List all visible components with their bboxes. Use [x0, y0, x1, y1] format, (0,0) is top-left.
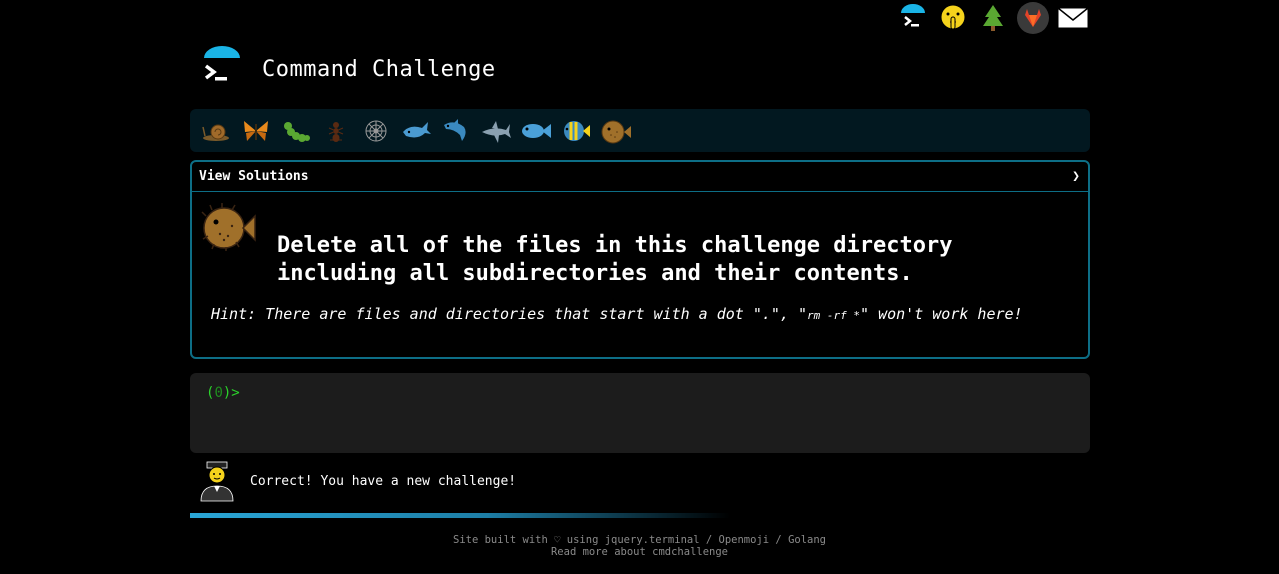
hint-prefix: Hint: There are files and directories th… — [211, 305, 808, 323]
top-nav — [897, 0, 1089, 36]
footer-line-1: Site built with ♡ using jquery.terminal … — [453, 534, 826, 546]
caterpillar-icon[interactable] — [276, 111, 316, 151]
page-title: Command Challenge — [262, 56, 496, 82]
ant-icon[interactable] — [316, 111, 356, 151]
terminal[interactable]: (0)> — [190, 373, 1090, 453]
challenge-panel: View Solutions ❯ Delete all of the files… — [190, 160, 1090, 359]
challenge-hint: Hint: There are files and directories th… — [211, 305, 1023, 323]
judge-avatar-icon — [200, 461, 234, 502]
openmoji-link[interactable]: Openmoji — [719, 534, 770, 546]
challenge-description: Delete all of the files in this challeng… — [277, 232, 1077, 288]
command-challenge-logo-icon[interactable] — [196, 46, 248, 92]
gitlab-icon[interactable] — [1017, 2, 1049, 34]
hint-suffix: " won't work here! — [860, 305, 1023, 323]
shark-icon[interactable] — [476, 111, 516, 151]
butterfly-icon[interactable] — [236, 111, 276, 151]
status-message: Correct! You have a new challenge! — [198, 460, 516, 502]
snail-icon[interactable] — [196, 111, 236, 151]
terminal-logo-icon[interactable] — [897, 2, 929, 34]
prompt-count: 0 — [214, 385, 223, 401]
whale-icon[interactable] — [396, 111, 436, 151]
dolphin-icon[interactable] — [436, 111, 476, 151]
view-solutions-label: View Solutions — [199, 169, 309, 184]
tropical-fish-icon[interactable] — [556, 111, 596, 151]
tree-icon[interactable] — [977, 2, 1009, 34]
hint-code: rm -rf * — [807, 309, 861, 322]
progress-bar — [190, 513, 730, 518]
status-message-text: Correct! You have a new challenge! — [250, 473, 517, 489]
blowfish-icon[interactable] — [596, 111, 636, 151]
level-strip — [190, 109, 1090, 152]
shushing-face-icon[interactable] — [937, 2, 969, 34]
envelope-icon[interactable] — [1057, 2, 1089, 34]
footer-line-2: Read more about cmdchallenge — [550, 546, 728, 558]
blowfish-icon — [200, 202, 256, 256]
spider-web-icon[interactable] — [356, 111, 396, 151]
challenge-line-2: including all subdirectories and their c… — [277, 261, 913, 286]
view-solutions-toggle[interactable]: View Solutions ❯ — [192, 162, 1088, 192]
footer: Site built with ♡ using jquery.terminal … — [0, 534, 1279, 558]
challenge-line-1: Delete all of the files in this challeng… — [277, 233, 953, 258]
fish-icon[interactable] — [516, 111, 556, 151]
chevron-right-icon: ❯ — [1072, 169, 1080, 184]
jquery-terminal-link[interactable]: jquery.terminal — [605, 534, 700, 546]
cmdchallenge-link[interactable]: cmdchallenge — [652, 546, 728, 558]
golang-link[interactable]: Golang — [788, 534, 826, 546]
page-header: Command Challenge — [190, 46, 496, 92]
terminal-prompt: (0)> — [206, 385, 240, 401]
